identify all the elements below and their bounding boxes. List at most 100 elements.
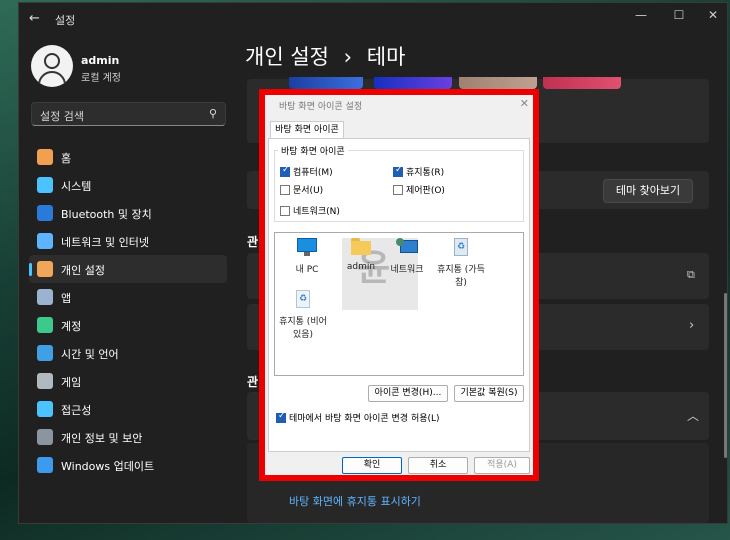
checkbox-label: 휴지통(R) bbox=[406, 168, 445, 178]
tab-desktop-icons[interactable]: 바탕 화면 아이콘 bbox=[270, 121, 344, 139]
maximize-icon[interactable]: ☐ bbox=[669, 8, 689, 26]
icon-list: 윤 내 PC admin 네트워크 ♻ 휴지통 (가득 참) ♻ 휴지통 (비어… bbox=[274, 232, 524, 376]
icon-label: 네트워크 bbox=[390, 265, 424, 275]
icon-item-my-pc[interactable]: 내 PC bbox=[279, 238, 335, 275]
change-icon-button[interactable]: 아이콘 변경(H)... bbox=[368, 385, 448, 402]
close-icon[interactable]: ✕ bbox=[703, 8, 723, 26]
checkbox-recycle-bin[interactable]: 휴지통(R) bbox=[393, 165, 444, 178]
apps-icon bbox=[37, 289, 53, 305]
sidebar-item[interactable]: 개인 설정 bbox=[29, 255, 227, 283]
group-title: 바탕 화면 아이콘 bbox=[278, 144, 348, 157]
sidebar-item-label: 개인 설정 bbox=[61, 264, 105, 277]
checkbox-box[interactable] bbox=[280, 185, 290, 195]
sidebar-item-label: 시간 및 언어 bbox=[61, 348, 119, 361]
folder-icon bbox=[350, 238, 372, 258]
icon-label: 휴지통 (비어 있음) bbox=[279, 317, 327, 340]
sidebar-item[interactable]: Windows 업데이트 bbox=[29, 451, 227, 479]
checkbox-box[interactable] bbox=[393, 165, 403, 177]
theme-thumbnail[interactable] bbox=[289, 77, 363, 89]
checkbox-control-panel[interactable]: 제어판(O) bbox=[393, 183, 445, 196]
search-placeholder: 설정 검색 bbox=[40, 110, 84, 123]
sidebar-item[interactable]: 게임 bbox=[29, 367, 227, 395]
icon-item-network[interactable]: 네트워크 bbox=[379, 238, 435, 275]
update-icon bbox=[37, 457, 53, 473]
chevron-right-icon: › bbox=[689, 318, 695, 333]
sidebar-item-label: 앱 bbox=[61, 292, 72, 305]
wifi-icon bbox=[37, 233, 53, 249]
sidebar-item-label: 네트워크 및 인터넷 bbox=[61, 236, 149, 249]
monitor-icon bbox=[296, 238, 318, 258]
checkbox-label: 네트워크(N) bbox=[293, 207, 340, 217]
find-themes-button[interactable]: 테마 찾아보기 bbox=[603, 179, 693, 203]
sidebar-item[interactable]: 접근성 bbox=[29, 395, 227, 423]
restore-default-button[interactable]: 기본값 복원(S) bbox=[454, 385, 524, 402]
theme-thumbnail[interactable] bbox=[374, 77, 452, 89]
network-icon bbox=[396, 238, 418, 258]
breadcrumb-parent[interactable]: 개인 설정 bbox=[245, 45, 329, 69]
chevron-up-icon: ︿ bbox=[687, 409, 700, 423]
window-title: 설정 bbox=[55, 14, 76, 27]
icon-label: 휴지통 (가득 참) bbox=[437, 265, 485, 288]
theme-thumbnail[interactable] bbox=[459, 77, 537, 89]
user-profile[interactable]: admin 로컬 계정 bbox=[31, 45, 231, 89]
sidebar-item-label: 게임 bbox=[61, 376, 82, 389]
breadcrumb-separator: › bbox=[343, 45, 353, 69]
sidebar-item[interactable]: 계정 bbox=[29, 311, 227, 339]
sidebar-item[interactable]: 네트워크 및 인터넷 bbox=[29, 227, 227, 255]
sidebar-item-label: 시스템 bbox=[61, 180, 92, 193]
sidebar-item-label: Bluetooth 및 장치 bbox=[61, 208, 152, 221]
back-arrow-icon[interactable]: ← bbox=[29, 11, 40, 26]
bluetooth-icon bbox=[37, 205, 53, 221]
user-shoulders-shape bbox=[38, 71, 66, 87]
scrollbar[interactable] bbox=[724, 293, 727, 458]
icon-label: admin bbox=[346, 262, 376, 272]
cancel-button[interactable]: 취소 bbox=[408, 457, 468, 474]
system-icon bbox=[37, 177, 53, 193]
shield-icon bbox=[37, 429, 53, 445]
dialog-title: 바탕 화면 아이콘 설정 bbox=[279, 102, 363, 112]
sidebar-nav: 홈시스템 Bluetooth 및 장치네트워크 및 인터넷개인 설정앱계정시간 및… bbox=[29, 143, 227, 479]
icon-item-recycle-empty[interactable]: ♻ 휴지통 (비어 있음) bbox=[275, 290, 331, 340]
checkbox-box[interactable] bbox=[280, 165, 290, 177]
home-icon bbox=[37, 149, 53, 165]
page-title: 개인 설정 › 테마 bbox=[245, 41, 405, 71]
checkbox-label: 컴퓨터(M) bbox=[293, 168, 333, 178]
checkbox-label: 문서(U) bbox=[293, 186, 324, 196]
recycle-bin-empty-icon: ♻ bbox=[292, 290, 314, 310]
checkbox-label: 테마에서 바탕 화면 아이콘 변경 허용(L) bbox=[289, 414, 440, 424]
checkbox-box[interactable] bbox=[280, 206, 290, 216]
account-icon bbox=[37, 317, 53, 333]
sidebar-item[interactable]: 개인 정보 및 보안 bbox=[29, 423, 227, 451]
avatar bbox=[31, 45, 73, 87]
sidebar-item[interactable]: 앱 bbox=[29, 283, 227, 311]
checkbox-computer[interactable]: 컴퓨터(M) bbox=[280, 165, 333, 178]
gamepad-icon bbox=[37, 373, 53, 389]
sidebar-item[interactable]: 시스템 bbox=[29, 171, 227, 199]
checkbox-documents[interactable]: 문서(U) bbox=[280, 183, 323, 196]
profile-subtitle: 로컬 계정 bbox=[81, 73, 121, 84]
sidebar-item[interactable]: 시간 및 언어 bbox=[29, 339, 227, 367]
checkbox-box[interactable] bbox=[276, 411, 286, 423]
profile-name: admin bbox=[81, 54, 120, 67]
checkbox-network[interactable]: 네트워크(N) bbox=[280, 204, 340, 217]
sidebar-item[interactable]: 홈 bbox=[29, 143, 227, 171]
recycle-bin-full-icon: ♻ bbox=[450, 238, 472, 258]
title-bar: ← 설정 — ☐ ✕ bbox=[19, 3, 727, 35]
allow-theme-change-checkbox[interactable]: 테마에서 바탕 화면 아이콘 변경 허용(L) bbox=[276, 411, 440, 424]
sidebar-item-label: 홈 bbox=[61, 152, 72, 165]
external-link-icon: ⧉ bbox=[687, 268, 695, 281]
checkbox-box[interactable] bbox=[393, 185, 403, 195]
user-head-shape bbox=[44, 53, 60, 69]
breadcrumb-current: 테마 bbox=[366, 45, 406, 69]
checkbox-label: 제어판(O) bbox=[406, 186, 445, 196]
ok-button[interactable]: 확인 bbox=[342, 457, 402, 474]
icon-item-recycle-full[interactable]: ♻ 휴지통 (가득 참) bbox=[433, 238, 489, 288]
minimize-icon[interactable]: — bbox=[631, 8, 651, 26]
theme-thumbnail[interactable] bbox=[543, 77, 621, 89]
dialog-close-icon[interactable]: ✕ bbox=[520, 97, 529, 110]
recycle-bin-link[interactable]: 바탕 화면에 휴지통 표시하기 bbox=[289, 493, 421, 509]
sidebar-item-label: 계정 bbox=[61, 320, 82, 333]
search-input[interactable]: 설정 검색 ⚲ bbox=[31, 102, 226, 126]
sidebar-item[interactable]: Bluetooth 및 장치 bbox=[29, 199, 227, 227]
apply-button[interactable]: 적용(A) bbox=[474, 457, 530, 474]
